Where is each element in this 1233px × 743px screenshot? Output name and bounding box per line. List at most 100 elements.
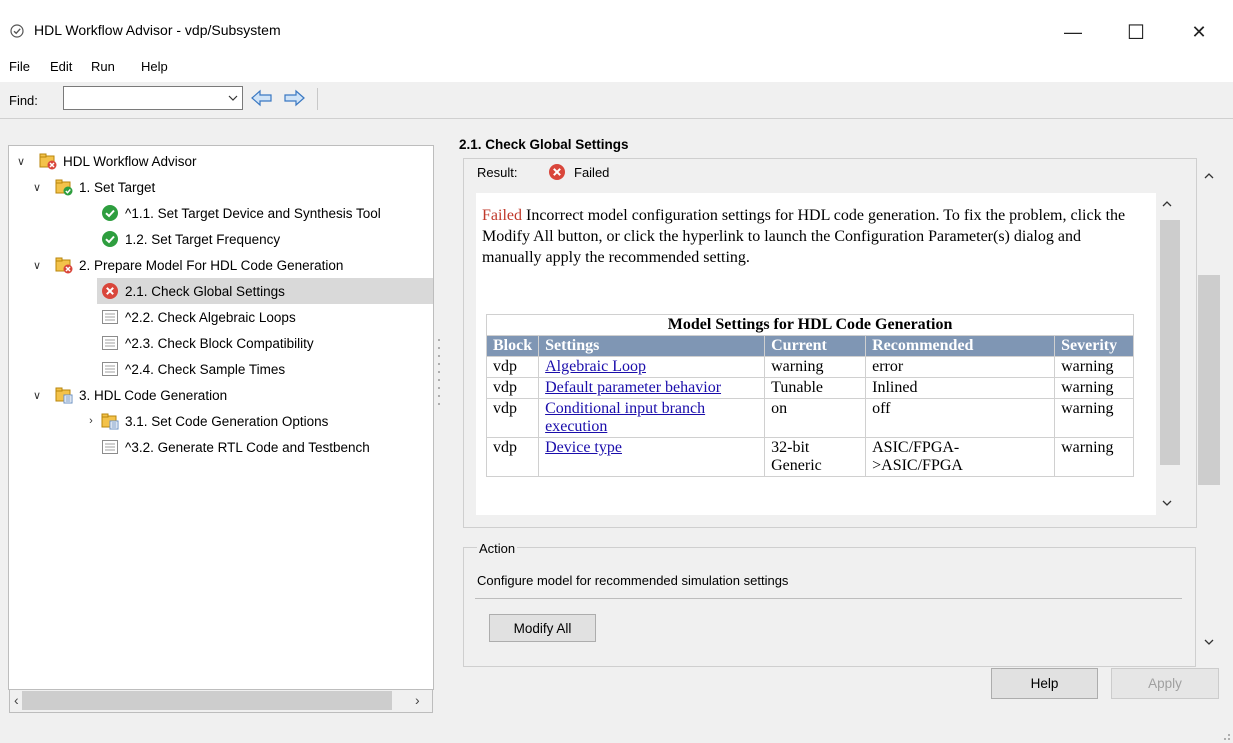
scroll-up-icon[interactable] — [1162, 196, 1172, 210]
scroll-right-icon[interactable]: › — [415, 692, 420, 708]
close-button[interactable]: ✕ — [1176, 18, 1222, 46]
find-previous-icon[interactable] — [250, 88, 274, 108]
table-cell: vdp — [485, 398, 540, 438]
table-row: vdp Algebraic Loop warning error warning — [485, 356, 1135, 378]
table-cell: Conditional input branch execution — [538, 398, 766, 438]
tree-item-check-global-settings[interactable]: 2.1. Check Global Settings — [97, 278, 433, 304]
chevron-down-icon[interactable]: ∨ — [31, 181, 43, 194]
chevron-down-icon[interactable] — [223, 86, 243, 110]
tree-item-hdl-code-generation[interactable]: ∨ 3. HDL Code Generation — [31, 382, 227, 408]
splitter-handle[interactable] — [437, 330, 441, 430]
menu-help[interactable]: Help — [141, 59, 168, 74]
chevron-down-icon[interactable]: ∨ — [31, 389, 43, 402]
scroll-left-icon[interactable]: ‹ — [14, 692, 19, 708]
scroll-down-icon[interactable] — [1204, 634, 1214, 648]
column-header: Block — [485, 335, 540, 357]
table-cell: Algebraic Loop — [538, 356, 766, 378]
tree-item-set-target-frequency[interactable]: 1.2. Set Target Frequency — [101, 226, 280, 252]
action-description: Configure model for recommended simulati… — [477, 573, 789, 588]
scroll-up-icon[interactable] — [1204, 168, 1214, 182]
table-cell: off — [865, 398, 1056, 438]
setting-link[interactable]: Default parameter behavior — [545, 379, 721, 396]
result-label: Result: — [477, 165, 518, 180]
table-cell: Device type — [538, 437, 766, 477]
folder-failed-icon — [55, 257, 73, 274]
help-button[interactable]: Help — [991, 668, 1098, 699]
table-cell: ASIC/FPGA->ASIC/FPGA — [865, 437, 1056, 477]
table-row: vdp Default parameter behavior Tunable I… — [485, 377, 1135, 399]
folder-failed-icon — [39, 153, 57, 170]
table-row: vdp Device type 32-bit Generic ASIC/FPGA… — [485, 437, 1135, 477]
tree-item-check-sample-times[interactable]: ^2.4. Check Sample Times — [101, 356, 285, 382]
check-heading: 2.1. Check Global Settings — [459, 137, 629, 152]
tree-item-label: ^2.3. Check Block Compatibility — [125, 335, 314, 351]
chevron-down-icon[interactable]: ∨ — [31, 259, 43, 272]
check-not-run-icon — [102, 362, 118, 376]
modify-all-button[interactable]: Modify All — [489, 614, 596, 642]
minimize-button[interactable]: — — [1050, 18, 1096, 46]
table-cell: vdp — [485, 377, 540, 399]
tree-item-check-algebraic-loops[interactable]: ^2.2. Check Algebraic Loops — [101, 304, 296, 330]
tree-item-label: 2. Prepare Model For HDL Code Generation — [79, 257, 344, 273]
find-next-icon[interactable] — [282, 88, 306, 108]
check-passed-icon — [102, 205, 118, 221]
table-cell: warning — [1054, 377, 1135, 399]
status-bar — [0, 719, 1233, 743]
tree-item-generate-rtl-code[interactable]: ^3.2. Generate RTL Code and Testbench — [101, 434, 370, 460]
scroll-down-icon[interactable] — [1162, 495, 1172, 509]
menu-file[interactable]: File — [9, 59, 30, 74]
chevron-down-icon[interactable]: ∨ — [15, 155, 27, 168]
settings-table: Model Settings for HDL Code Generation B… — [485, 314, 1135, 477]
report-message-text: Incorrect model configuration settings f… — [482, 207, 1126, 266]
tree-item-label: 2.1. Check Global Settings — [125, 283, 285, 299]
maximize-button[interactable]: ☐ — [1113, 18, 1159, 46]
failed-word: Failed — [482, 207, 522, 224]
toolbar-separator — [317, 88, 318, 110]
table-cell: warning — [1054, 356, 1135, 378]
tree-item-set-target-device[interactable]: ^1.1. Set Target Device and Synthesis To… — [101, 200, 381, 226]
resize-grip-icon[interactable] — [1219, 729, 1231, 741]
menu-run[interactable]: Run — [91, 59, 115, 74]
table-cell: vdp — [485, 437, 540, 477]
check-failed-icon — [102, 283, 118, 299]
column-header: Current — [764, 335, 867, 357]
failed-icon — [549, 164, 565, 180]
find-input[interactable] — [63, 86, 243, 110]
menu-edit[interactable]: Edit — [50, 59, 72, 74]
tree-item-set-code-generation-options[interactable]: › 3.1. Set Code Generation Options — [85, 408, 328, 434]
action-title: Action — [477, 541, 518, 556]
table-cell: warning — [764, 356, 867, 378]
tree-item-label: 1.2. Set Target Frequency — [125, 231, 281, 247]
table-cell: warning — [1054, 398, 1135, 438]
tree-root[interactable]: ∨ HDL Workflow Advisor — [15, 148, 197, 174]
scrollbar-thumb[interactable] — [1160, 220, 1180, 465]
chevron-right-icon[interactable]: › — [85, 415, 97, 427]
check-not-run-icon — [102, 310, 118, 324]
result-status: Failed — [574, 165, 610, 180]
table-cell: vdp — [485, 356, 540, 378]
tree-item-prepare-model[interactable]: ∨ 2. Prepare Model For HDL Code Generati… — [31, 252, 343, 278]
check-passed-icon — [102, 231, 118, 247]
setting-link[interactable]: Conditional input branch execution — [545, 400, 705, 435]
tree-item-label: ^2.2. Check Algebraic Loops — [125, 309, 296, 325]
tree-item-label: ^1.1. Set Target Device and Synthesis To… — [125, 205, 381, 221]
table-caption: Model Settings for HDL Code Generation — [485, 314, 1135, 336]
table-cell: 32-bit Generic — [764, 437, 867, 477]
tree-root-label: HDL Workflow Advisor — [63, 153, 197, 169]
scrollbar-thumb[interactable] — [22, 691, 392, 710]
tree-item-set-target[interactable]: ∨ 1. Set Target — [31, 174, 155, 200]
find-label: Find: — [9, 93, 38, 108]
tree-item-label: ^2.4. Check Sample Times — [125, 361, 286, 377]
task-tree: ∨ HDL Workflow Advisor ∨ 1. Set Target ^… — [8, 145, 434, 690]
report-message: Failed Incorrect model configuration set… — [482, 205, 1142, 268]
apply-button[interactable]: Apply — [1111, 668, 1219, 699]
table-cell: error — [865, 356, 1056, 378]
table-cell: Inlined — [865, 377, 1056, 399]
tree-item-check-block-compatibility[interactable]: ^2.3. Check Block Compatibility — [101, 330, 314, 356]
setting-link[interactable]: Algebraic Loop — [545, 358, 646, 375]
scrollbar-thumb[interactable] — [1198, 275, 1220, 485]
table-row: vdp Conditional input branch execution o… — [485, 398, 1135, 438]
setting-link[interactable]: Device type — [545, 439, 622, 456]
tree-item-label: 3.1. Set Code Generation Options — [125, 413, 329, 429]
table-cell: on — [764, 398, 867, 438]
